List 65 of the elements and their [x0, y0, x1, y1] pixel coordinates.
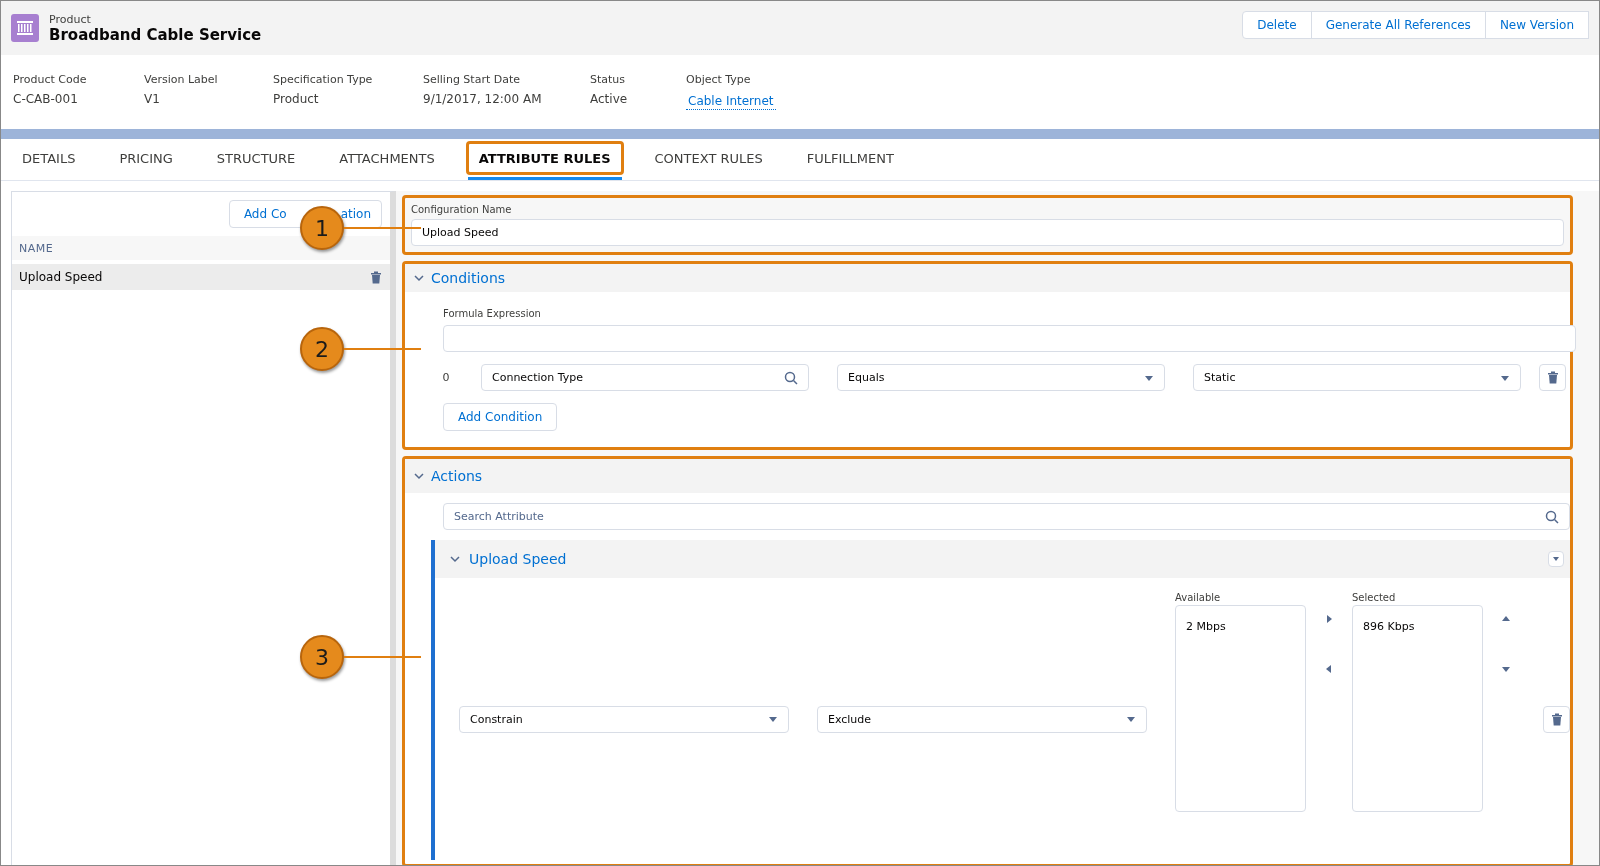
move-up-icon[interactable]: [1501, 614, 1511, 624]
field-label: Status: [590, 73, 627, 86]
field-link[interactable]: Cable Internet: [686, 92, 776, 110]
field-label: Configuration Name: [411, 204, 513, 215]
field-label: Object Type: [686, 73, 752, 86]
mode-select[interactable]: Exclude: [817, 705, 1147, 733]
operator-select[interactable]: Equals: [837, 364, 1165, 391]
field-value: C-CAB-001: [13, 92, 79, 106]
row-index: 0: [441, 371, 451, 384]
trash-icon[interactable]: [1550, 712, 1563, 726]
field-value: Active: [590, 92, 629, 106]
move-down-icon[interactable]: [1501, 664, 1511, 674]
chevron-icon[interactable]: [413, 470, 425, 482]
tab[interactable]: FULFILLMENT: [795, 139, 905, 180]
listbox-label: Selected: [1352, 592, 1397, 603]
search-icon: [784, 370, 798, 385]
field-label: Selling Start Date: [423, 73, 522, 86]
list-option[interactable]: 2 Mbps: [1186, 620, 1295, 633]
section-title[interactable]: Actions: [431, 468, 483, 484]
chevron-icon[interactable]: [413, 272, 425, 284]
column-header: NAME: [12, 236, 390, 260]
attribute-field[interactable]: Connection Type: [481, 364, 809, 391]
callout-badge: 3: [300, 635, 344, 679]
tab[interactable]: DETAILS: [11, 139, 87, 180]
search-attribute-field[interactable]: Search Attribute: [443, 503, 1570, 530]
delete-button[interactable]: [1543, 705, 1570, 733]
header-button[interactable]: New Version: [1484, 11, 1589, 39]
value-select[interactable]: Static: [1193, 364, 1521, 391]
move-right-icon[interactable]: [1324, 614, 1334, 624]
add-condition-button[interactable]: Add Condition: [443, 403, 558, 431]
field-label: Formula Expression: [443, 308, 542, 319]
trash-icon[interactable]: [1546, 371, 1559, 384]
tab[interactable]: PRICING: [108, 139, 184, 180]
move-left-icon[interactable]: [1324, 664, 1334, 674]
list-option[interactable]: 896 Kbps: [1363, 620, 1472, 633]
trash-icon[interactable]: [370, 270, 382, 284]
caret-icon[interactable]: [1126, 714, 1136, 724]
tab[interactable]: ATTACHMENTS: [328, 139, 446, 180]
header-button[interactable]: Delete: [1242, 11, 1312, 39]
selected-listbox[interactable]: 896 Kbps: [1352, 605, 1483, 812]
object-label: Product: [49, 12, 92, 26]
list-item[interactable]: Upload Speed: [12, 264, 390, 290]
attribute-title[interactable]: Upload Speed: [469, 551, 567, 567]
callout-badge: 2: [300, 327, 344, 371]
field-value: 9/1/2017, 12:00 AM: [423, 92, 543, 106]
formula-field[interactable]: [443, 325, 1576, 352]
action-select[interactable]: Constrain: [459, 705, 789, 733]
field-label: Specification Type: [273, 73, 374, 86]
record-title: Broadband Cable Service: [49, 25, 263, 44]
field-label: Version Label: [144, 73, 219, 86]
field-value: Product: [273, 92, 320, 106]
delete-button[interactable]: [1539, 364, 1566, 391]
section-title[interactable]: Conditions: [431, 270, 506, 286]
header-button[interactable]: Generate All References: [1310, 11, 1486, 39]
search-icon: [1545, 509, 1559, 524]
listbox-label: Available: [1175, 592, 1222, 603]
chevron-icon[interactable]: [449, 553, 461, 565]
field-value: V1: [144, 92, 161, 106]
field-label: Product Code: [13, 73, 88, 86]
tab[interactable]: STRUCTURE: [205, 139, 307, 180]
caret-icon[interactable]: [768, 714, 778, 724]
available-listbox[interactable]: 2 Mbps: [1175, 605, 1306, 812]
product-icon: [11, 14, 39, 42]
configuration-name-field[interactable]: Upload Speed: [411, 219, 1564, 246]
tab[interactable]: CONTEXT RULES: [643, 139, 774, 180]
